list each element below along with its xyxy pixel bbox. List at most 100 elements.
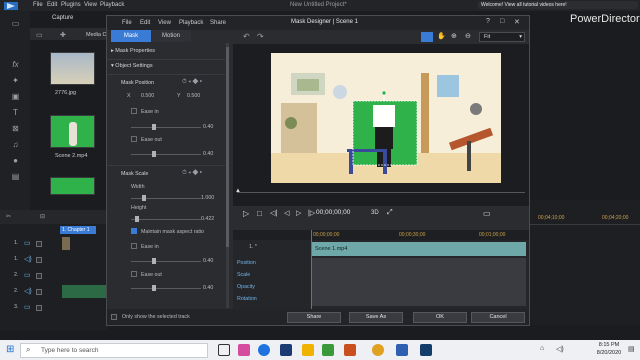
previous-frame-icon[interactable]: ◁| xyxy=(270,209,277,217)
zoom-icon[interactable]: ⊟ xyxy=(40,213,45,220)
undo-icon[interactable]: ↶ xyxy=(243,32,250,41)
chapter-marker[interactable]: 1. Chapter 1 xyxy=(60,226,96,234)
mic-icon[interactable]: ● xyxy=(10,156,21,165)
slider-knob[interactable] xyxy=(135,216,139,222)
clip-bar[interactable]: Scene 1.mp4 xyxy=(312,242,526,256)
media-thumb-image[interactable] xyxy=(50,52,95,85)
tab-motion[interactable]: Motion xyxy=(151,30,191,42)
monitor-icon[interactable]: ▭ xyxy=(483,209,491,218)
subtitle-icon[interactable]: ▤ xyxy=(10,172,21,181)
menu-file[interactable]: File xyxy=(33,2,43,8)
ease-in-checkbox[interactable] xyxy=(131,108,137,114)
ease-out-checkbox[interactable] xyxy=(131,271,137,277)
ease-out-checkbox[interactable] xyxy=(131,136,137,142)
slider-knob[interactable] xyxy=(142,195,146,201)
track-enable-checkbox[interactable] xyxy=(36,257,42,263)
menu-view[interactable]: View xyxy=(84,2,97,8)
powerdirector-taskbar-icon[interactable] xyxy=(420,344,432,356)
keyframe-icon[interactable]: ⏱ ◂ ◆ ▸ xyxy=(182,79,202,86)
mask-properties-header[interactable]: ▸ Mask Properties xyxy=(111,48,155,54)
track-enable-checkbox[interactable] xyxy=(36,241,42,247)
audio-clip[interactable] xyxy=(62,285,108,298)
windows-start-icon[interactable]: ⊞ xyxy=(6,344,14,355)
pip-icon[interactable]: ▣ xyxy=(10,92,21,101)
step-back-icon[interactable]: ◁ xyxy=(284,209,289,217)
ease-in-slider[interactable] xyxy=(131,261,201,262)
scrollbar-thumb[interactable] xyxy=(226,47,229,247)
redo-icon[interactable]: ↷ xyxy=(257,32,264,41)
ease-in-checkbox[interactable] xyxy=(131,243,137,249)
fx-icon[interactable]: fx xyxy=(10,60,21,69)
track-enable-checkbox[interactable] xyxy=(36,273,42,279)
powerpoint-icon[interactable] xyxy=(344,344,356,356)
timecode[interactable]: 00;00;00;00 xyxy=(316,209,350,216)
zoom-fit-select[interactable]: Fit ▾ xyxy=(479,32,525,42)
media-thumb-video[interactable] xyxy=(50,177,95,195)
settings-scrollbar[interactable] xyxy=(226,43,229,308)
notification-icon[interactable]: ▤ xyxy=(628,345,635,353)
dialog-menu-view[interactable]: View xyxy=(158,20,171,26)
ease-in-slider[interactable] xyxy=(131,127,201,128)
property-opacity[interactable]: Opacity xyxy=(237,284,255,290)
chrome-icon[interactable] xyxy=(372,344,384,356)
next-frame-icon[interactable]: |▷ xyxy=(308,209,315,217)
edge-icon[interactable] xyxy=(258,344,270,356)
zoom-out-icon[interactable]: ⊖ xyxy=(465,32,471,40)
dialog-menu-playback[interactable]: Playback xyxy=(179,20,203,26)
network-icon[interactable]: ⌂ xyxy=(540,345,544,352)
step-forward-icon[interactable]: ▷ xyxy=(296,209,301,217)
maximize-icon[interactable]: □ xyxy=(500,18,504,25)
audio-icon[interactable]: ♫ xyxy=(10,140,21,149)
keyframe-icon[interactable]: ⏱ ◂ ◆ ▸ xyxy=(182,170,202,177)
file-explorer-icon[interactable] xyxy=(302,344,314,356)
transition-icon[interactable]: ⊠ xyxy=(10,124,21,133)
taskbar-search-input[interactable]: Type here to search xyxy=(20,343,208,358)
property-position[interactable]: Position xyxy=(237,260,256,266)
welcome-banner[interactable]: Welcome! View all tutorial videos here! xyxy=(478,1,638,9)
dialog-menu-file[interactable]: File xyxy=(122,20,132,26)
preview-scrubber[interactable] xyxy=(237,192,525,193)
select-tool-icon[interactable] xyxy=(421,32,433,42)
folder-icon[interactable]: ▭ xyxy=(36,31,43,39)
preview-canvas[interactable] xyxy=(271,53,501,183)
slider-knob[interactable] xyxy=(152,258,156,264)
tab-mask[interactable]: Mask xyxy=(111,30,151,42)
title-icon[interactable]: T xyxy=(10,108,21,117)
task-view-icon[interactable] xyxy=(218,344,230,356)
cancel-button[interactable]: Cancel xyxy=(471,312,525,323)
mode-3d-select[interactable]: 3D xyxy=(371,210,379,216)
menu-plugins[interactable]: Plugins xyxy=(61,2,81,8)
share-button[interactable]: Share xyxy=(287,312,341,323)
app-icon[interactable] xyxy=(322,344,334,356)
object-settings-header[interactable]: ▾ Object Settings xyxy=(111,63,153,69)
menu-playback[interactable]: Playback xyxy=(100,2,124,8)
help-icon[interactable]: ? xyxy=(486,18,490,25)
dialog-menu-edit[interactable]: Edit xyxy=(140,20,150,26)
app-icon[interactable] xyxy=(238,344,250,356)
property-rotation[interactable]: Rotation xyxy=(237,296,257,302)
media-tab[interactable]: Media C xyxy=(86,32,106,38)
media-thumb-video[interactable] xyxy=(50,115,95,148)
playhead-marker-icon[interactable]: ▲ xyxy=(235,188,241,194)
dialog-menu-share[interactable]: Share xyxy=(210,20,226,26)
property-scale[interactable]: Scale xyxy=(237,272,250,278)
word-icon[interactable] xyxy=(396,344,408,356)
menu-edit[interactable]: Edit xyxy=(47,2,57,8)
close-icon[interactable]: ✕ xyxy=(514,18,520,26)
ease-out-slider[interactable] xyxy=(131,288,201,289)
slider-knob[interactable] xyxy=(152,285,156,291)
scissors-icon[interactable]: ✂ xyxy=(6,213,11,220)
ok-button[interactable]: OK xyxy=(413,312,467,323)
photoshop-icon[interactable] xyxy=(280,344,292,356)
volume-icon[interactable]: ◁) xyxy=(556,345,564,353)
height-slider[interactable] xyxy=(131,219,201,220)
maintain-aspect-checkbox[interactable] xyxy=(131,228,137,234)
stop-icon[interactable]: □ xyxy=(257,209,262,218)
hand-icon[interactable]: ✋ xyxy=(437,32,446,40)
save-as-button[interactable]: Save As xyxy=(349,312,403,323)
taskbar-clock[interactable]: 8:15 PM 8/20/2020 xyxy=(594,341,624,357)
plugin-icon[interactable]: ✚ xyxy=(60,31,66,39)
track-enable-checkbox[interactable] xyxy=(36,305,42,311)
only-show-checkbox[interactable] xyxy=(111,314,117,320)
fullscreen-icon[interactable]: ⤢ xyxy=(387,209,393,217)
